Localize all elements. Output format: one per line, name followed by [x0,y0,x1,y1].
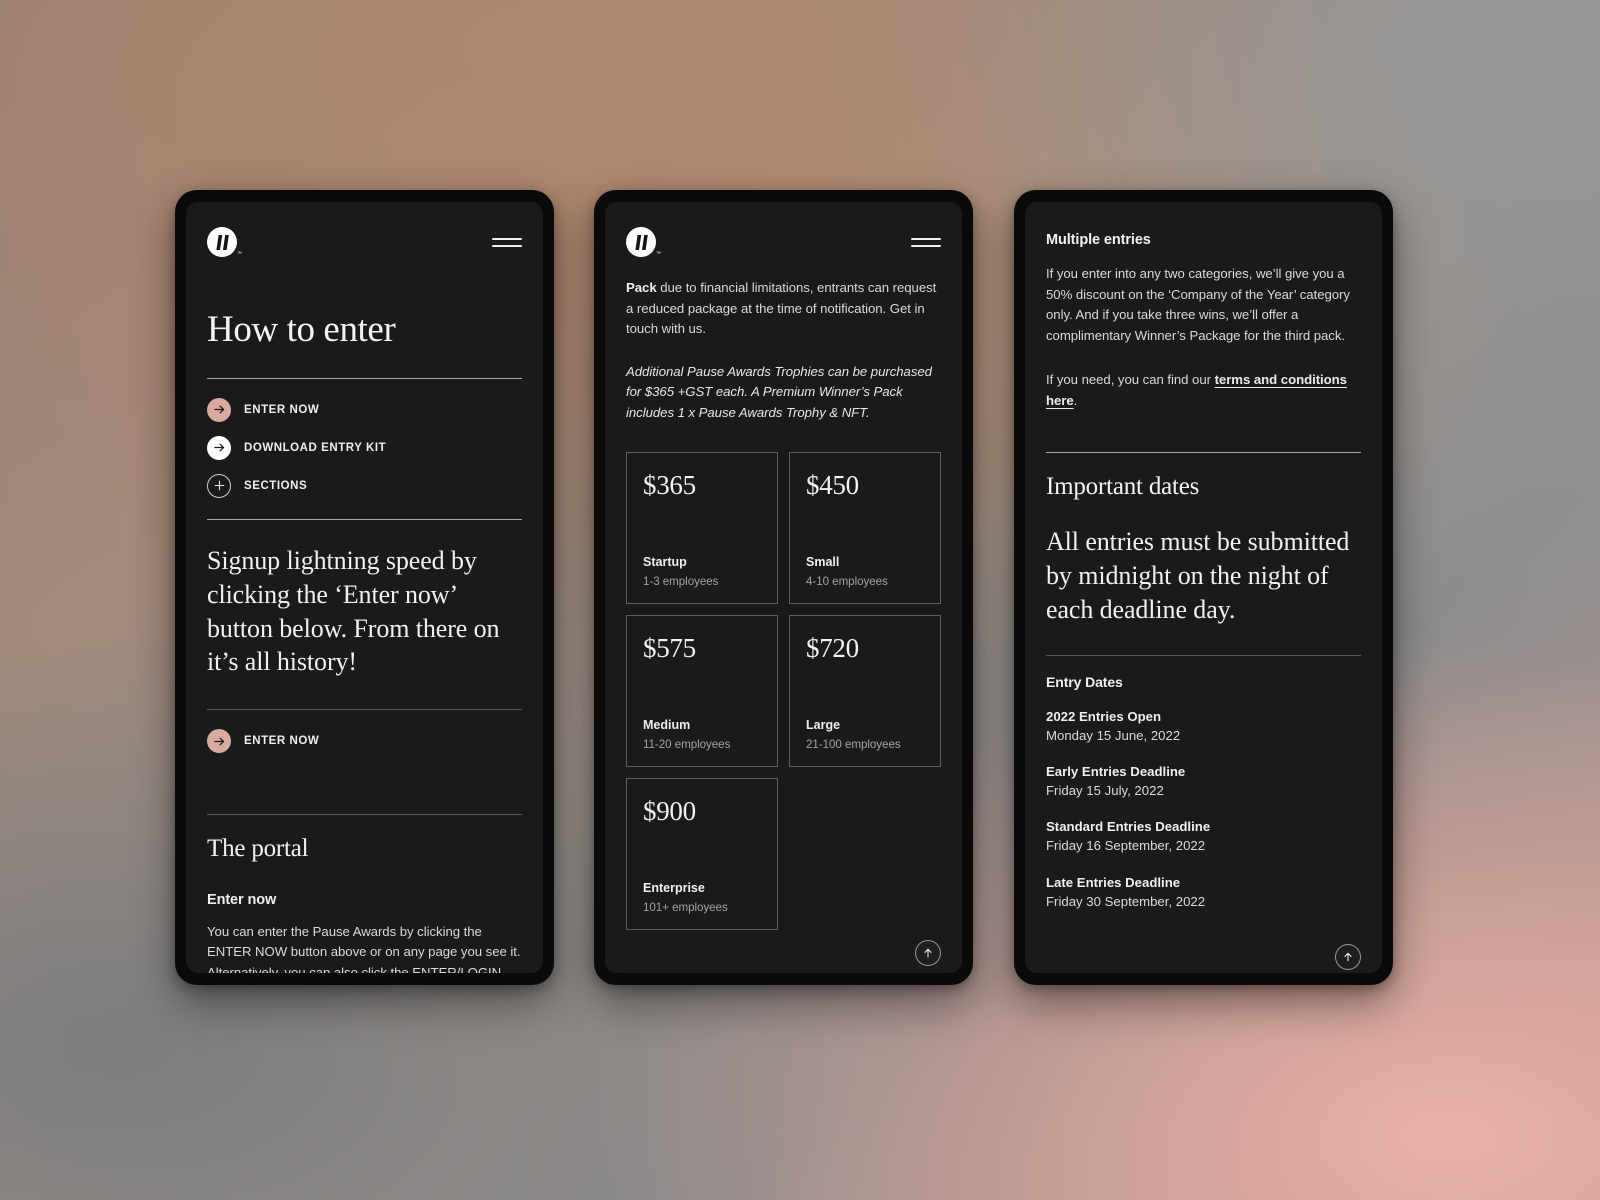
price-tier: Enterprise [643,880,705,895]
pack-intro-rest: due to financial limitations, entrants c… [626,280,937,337]
price-employees: 101+ employees [643,900,728,914]
pause-logo-icon[interactable]: ™ [626,227,661,257]
price-employees: 11-20 employees [643,737,731,751]
pricing-card[interactable]: $450 Small 4-10 employees [789,451,941,604]
statement-text: Signup lightning speed by clicking the ‘… [207,545,500,677]
divider [207,709,522,711]
entry-dates-heading: Entry Dates [1046,673,1123,690]
screen-2: ™ Pack due to financial limitations, ent… [605,202,962,973]
pack-intro-bold: Pack [626,280,657,295]
price-amount: $900 [643,795,696,826]
entry-date-value: Friday 15 July, 2022 [1046,783,1164,799]
enter-now-cta-label: ENTER NOW [244,735,320,748]
price-tier: Small [806,554,840,569]
entry-date-value: Friday 16 September, 2022 [1046,838,1206,854]
terms-paragraph: If you need, you can find our terms and … [1046,370,1361,411]
enter-now-label: ENTER NOW [244,403,320,416]
entry-date-label: Standard Entries Deadline [1046,819,1211,835]
terms-lead-text: If you need, you can find our [1046,372,1215,388]
plus-icon [207,473,231,498]
price-employees: 21-100 employees [806,737,901,751]
divider [1046,654,1361,656]
price-amount: $575 [643,632,696,663]
sections-label: SECTIONS [244,479,308,492]
divider [207,518,522,520]
pricing-card[interactable]: $365 Startup 1-3 employees [626,451,778,604]
pause-logo-icon[interactable]: ™ [207,227,242,257]
arrow-up-icon [1344,952,1352,962]
pricing-card[interactable]: $900 Enterprise 101+ employees [626,777,778,930]
price-employees: 4-10 employees [806,574,888,588]
price-amount: $450 [806,469,859,500]
entry-date-value: Friday 30 September, 2022 [1046,893,1206,909]
hamburger-menu-icon[interactable] [492,237,522,247]
price-tier: Medium [643,717,691,732]
arrow-right-icon [207,729,231,754]
multiple-entries-body: If you enter into any two categories, we… [1046,266,1350,343]
pricing-card[interactable]: $720 Large 21-100 employees [789,614,941,767]
arrow-up-icon [924,948,932,958]
entry-date-value: Monday 15 June, 2022 [1046,727,1181,743]
action-list: ENTER NOW DOWNLOAD ENTRY KIT SECTIONS [207,391,522,505]
header-bar-2: ™ [626,202,941,264]
important-dates-title: Important dates [1046,472,1200,500]
portal-subtitle: Enter now [207,891,277,908]
trademark-mark: ™ [656,251,661,257]
entry-date-item: Standard Entries Deadline Friday 16 Sept… [1046,817,1361,855]
arrow-right-icon [207,397,231,422]
phone-mockup-1: ™ How to enter ENTER NOW DOWNLOAD ENTRY … [175,190,554,985]
multiple-entries-title: Multiple entries [1046,232,1151,248]
arrow-right-icon [207,435,231,460]
screen-3: Multiple entries If you enter into any t… [1025,202,1382,973]
price-amount: $720 [806,632,859,663]
sections-toggle[interactable]: SECTIONS [207,467,522,505]
divider [1046,451,1361,453]
entry-date-item: Early Entries Deadline Friday 15 July, 2… [1046,762,1361,800]
price-tier: Large [806,717,841,732]
pricing-card[interactable]: $575 Medium 11-20 employees [626,614,778,767]
terms-tail-text: . [1073,392,1078,408]
price-employees: 1-3 employees [643,574,719,588]
screen-1: ™ How to enter ENTER NOW DOWNLOAD ENTRY … [186,202,543,973]
trophy-note-paragraph: Additional Pause Awards Trophies can be … [626,363,932,420]
header-bar-1: ™ [207,202,522,264]
portal-title: The portal [207,835,309,863]
download-entry-kit-button[interactable]: DOWNLOAD ENTRY KIT [207,429,522,467]
hamburger-menu-icon[interactable] [911,237,941,247]
entry-date-label: 2022 Entries Open [1046,708,1162,724]
scroll-to-top-button[interactable] [915,940,941,966]
enter-now-cta-button[interactable]: ENTER NOW [207,722,522,760]
pricing-grid: $365 Startup 1-3 employees $450 Small 4-… [626,451,941,930]
important-dates-statement: All entries must be submitted by midnigh… [1046,527,1350,624]
portal-body: You can enter the Pause Awards by clicki… [207,923,521,973]
entry-date-item: 2022 Entries Open Monday 15 June, 2022 [1046,707,1361,745]
phone-mockup-2: ™ Pack due to financial limitations, ent… [594,190,973,985]
download-entry-kit-label: DOWNLOAD ENTRY KIT [244,441,387,454]
entry-date-item: Late Entries Deadline Friday 30 Septembe… [1046,873,1361,911]
price-amount: $365 [643,469,696,500]
phone-mockup-3: Multiple entries If you enter into any t… [1014,190,1393,985]
entry-date-label: Late Entries Deadline [1046,874,1181,890]
entry-date-label: Early Entries Deadline [1046,763,1186,779]
divider [207,814,522,816]
pack-intro-paragraph: Pack due to financial limitations, entra… [626,278,941,340]
enter-now-button[interactable]: ENTER NOW [207,391,522,429]
trademark-mark: ™ [237,251,242,257]
divider [207,377,522,379]
scroll-to-top-button[interactable] [1335,944,1361,970]
page-title: How to enter [207,309,396,350]
price-tier: Startup [643,554,687,569]
